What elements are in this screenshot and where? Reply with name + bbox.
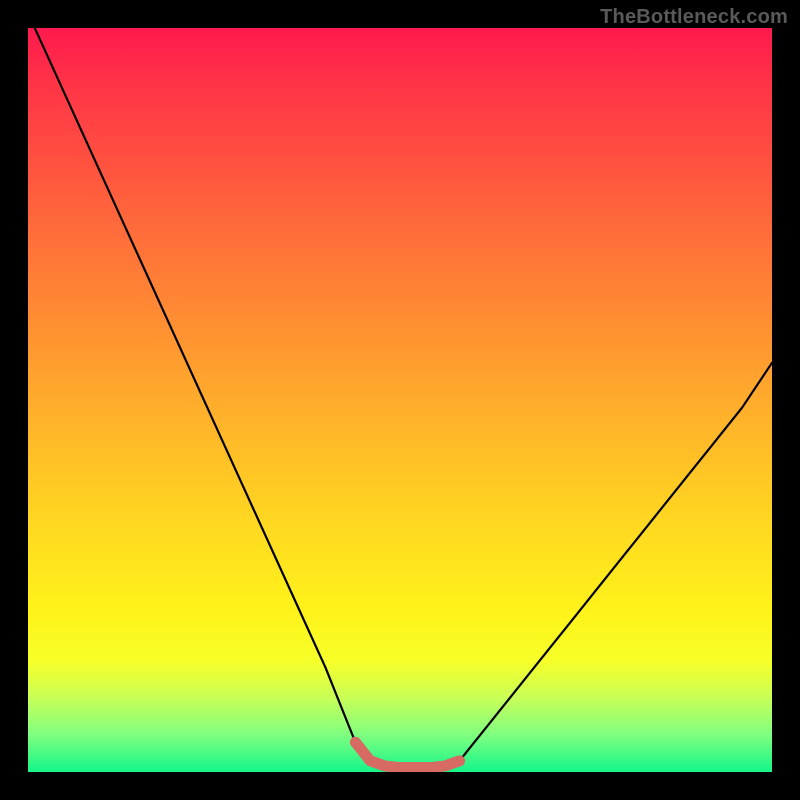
watermark-text: TheBottleneck.com — [600, 6, 788, 29]
plot-gradient-background — [28, 28, 772, 772]
plot-svg — [28, 28, 772, 772]
sweet-spot-highlight-path — [355, 742, 459, 767]
bottleneck-curve-path — [28, 28, 772, 768]
chart-frame: TheBottleneck.com — [0, 0, 800, 800]
